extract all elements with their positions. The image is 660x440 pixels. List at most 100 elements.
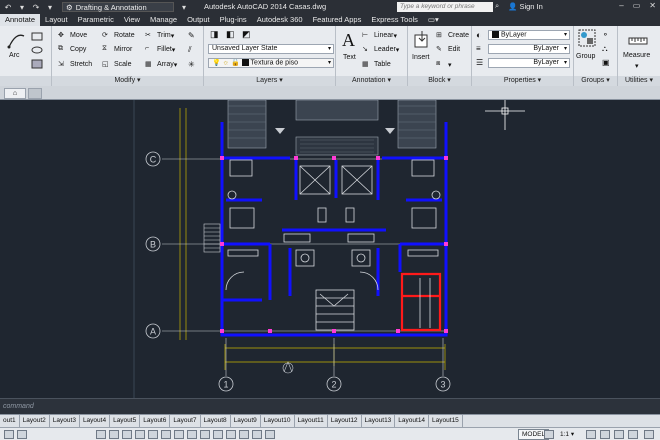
sign-in-button[interactable]: 👤 Sign In [508, 2, 543, 11]
start-tab[interactable]: ⌂ [4, 88, 26, 99]
polar-tracking-icon[interactable] [148, 430, 158, 439]
lock-ui-icon[interactable] [614, 430, 624, 439]
layer-select[interactable]: 💡 ☼ 🔓 Textura de piso ▾ [208, 58, 334, 68]
ribbon-tab-featured-apps[interactable]: Featured Apps [308, 14, 367, 26]
redo-dropdown-icon[interactable]: ▾ [44, 2, 56, 12]
workspace-dropdown-icon[interactable]: ▾ [178, 2, 190, 12]
ribbon-tab-express-tools[interactable]: Express Tools [366, 14, 423, 26]
trim-button[interactable]: ✂ Trim ▾ [145, 31, 174, 40]
dynamic-input-icon[interactable] [213, 430, 223, 439]
layout-tab-8[interactable]: Layout9 [231, 415, 261, 427]
command-line-input[interactable]: command [0, 398, 660, 414]
group-edit-icon[interactable]: ⛬ [602, 44, 608, 54]
transparency-icon[interactable] [239, 430, 249, 439]
ribbon-tab-layout[interactable]: Layout [40, 14, 73, 26]
drawing-file-tab[interactable] [28, 88, 42, 99]
layout-tab-9[interactable]: Layout10 [261, 415, 295, 427]
layout-nav-prev-icon[interactable] [4, 430, 14, 439]
minimize-icon[interactable]: – [619, 1, 623, 10]
lineweight-icon[interactable]: ≡ [476, 44, 481, 53]
text-label[interactable]: Text [343, 54, 356, 61]
search-icon[interactable]: ⌕ [495, 1, 499, 11]
ribbon-tab-manage[interactable]: Manage [145, 14, 182, 26]
group-label[interactable]: Group [576, 53, 595, 60]
explode-icon[interactable]: ✳ [188, 60, 195, 69]
color-select[interactable]: ByLayer ▾ [488, 30, 570, 40]
layout-tab-13[interactable]: Layout14 [395, 415, 430, 427]
ribbon-tab-output[interactable]: Output [182, 14, 215, 26]
ribbon-tab-view[interactable]: View [119, 14, 145, 26]
linetype-icon[interactable]: ☰ [476, 58, 483, 67]
measure-dropdown-icon[interactable]: ▾ [635, 62, 639, 70]
layout-tab-6[interactable]: Layout7 [170, 415, 201, 427]
grid-display-icon[interactable] [122, 430, 132, 439]
layout-tab-3[interactable]: Layout4 [80, 415, 111, 427]
insert-icon[interactable] [413, 30, 431, 50]
arc-icon[interactable] [6, 30, 26, 50]
object-snap-icon[interactable] [161, 430, 171, 439]
linear-button[interactable]: ⊢ Linear ▾ [362, 31, 397, 40]
redo-icon[interactable]: ↷ [30, 2, 42, 12]
rotate-button[interactable]: ⟳ Rotate [102, 31, 135, 40]
dynamic-ucs-icon[interactable] [200, 430, 210, 439]
layout-tab-10[interactable]: Layout11 [295, 415, 328, 427]
layout-tab-2[interactable]: Layout3 [50, 415, 80, 427]
ungroup-icon[interactable]: ⚬ [602, 30, 609, 39]
table-button[interactable]: ▦ Table [362, 60, 391, 69]
measure-label[interactable]: Measure [623, 52, 650, 59]
layout-tab-11[interactable]: Layout12 [328, 415, 362, 427]
layout-tab-14[interactable]: Layout15 [429, 415, 463, 427]
copy-button[interactable]: ⧉ Copy [58, 45, 86, 54]
ribbon-minimize-icon[interactable]: ▭▾ [423, 14, 444, 26]
close-icon[interactable]: ✕ [649, 1, 656, 10]
ribbon-tab-annotate[interactable]: Annotate [0, 14, 41, 26]
draw-tools-icon[interactable] [31, 32, 49, 72]
insert-label[interactable]: Insert [412, 54, 430, 61]
match-properties-icon[interactable]: ◐ [476, 30, 481, 40]
layout-tab-12[interactable]: Layout13 [362, 415, 396, 427]
layout-tab-7[interactable]: Layout8 [201, 415, 231, 427]
linetype-select[interactable]: ByLayer ▾ [488, 58, 570, 68]
layer-off-icon[interactable]: ◧ [226, 29, 235, 40]
layer-properties-icon[interactable]: ◨ [210, 29, 219, 40]
annotation-visibility-icon[interactable] [586, 430, 596, 439]
maximize-icon[interactable]: ▭ [633, 1, 641, 10]
search-input[interactable]: Type a keyword or phrase [397, 2, 493, 12]
layer-state-select[interactable]: Unsaved Layer State ▾ [208, 44, 334, 54]
layer-isolate-icon[interactable]: ◩ [242, 29, 251, 40]
drawing-canvas[interactable]: C B A 1 2 3 [0, 99, 660, 398]
arc-label[interactable]: Arc [9, 52, 20, 59]
layout-tab-0[interactable]: out1 [0, 415, 20, 427]
block-attributes-icon[interactable]: ⧈ ▾ [436, 60, 452, 69]
mirror-button[interactable]: ⧖ Mirror [102, 45, 132, 54]
layout-tab-5[interactable]: Layout6 [140, 415, 171, 427]
selection-cycling-icon[interactable] [265, 430, 275, 439]
quick-properties-icon[interactable] [252, 430, 262, 439]
quick-view-icon[interactable] [544, 430, 554, 439]
workspace-switch-icon[interactable] [600, 430, 610, 439]
undo-dropdown-icon[interactable]: ▾ [16, 2, 28, 12]
leader-button[interactable]: ↘ Leader ▾ [362, 45, 399, 54]
snap-mode-icon[interactable] [109, 430, 119, 439]
measure-icon[interactable] [628, 34, 648, 48]
group-icon[interactable] [578, 29, 596, 49]
create-block-button[interactable]: ⊞ Create [436, 31, 469, 40]
isolate-objects-icon[interactable] [628, 430, 638, 439]
ribbon-tab-plug-ins[interactable]: Plug-ins [215, 14, 252, 26]
ortho-mode-icon[interactable] [135, 430, 145, 439]
infer-constraints-icon[interactable] [96, 430, 106, 439]
fillet-button[interactable]: ⌐ Fillet ▾ [145, 45, 175, 54]
lineweight-toggle-icon[interactable] [226, 430, 236, 439]
annotation-scale[interactable]: 1:1 ▾ [560, 430, 574, 438]
lineweight-select[interactable]: ByLayer ▾ [488, 44, 570, 54]
group-select-icon[interactable]: ▣ [602, 58, 610, 67]
text-icon[interactable]: A [342, 30, 355, 51]
layout-tab-4[interactable]: Layout5 [110, 415, 141, 427]
move-button[interactable]: ✥ Move [58, 31, 87, 40]
3d-object-snap-icon[interactable] [174, 430, 184, 439]
ribbon-tab-parametric[interactable]: Parametric [73, 14, 119, 26]
object-snap-tracking-icon[interactable] [187, 430, 197, 439]
offset-icon[interactable]: ⫽ [188, 45, 192, 55]
undo-icon[interactable]: ↶ [2, 2, 14, 12]
layout-nav-next-icon[interactable] [17, 430, 27, 439]
